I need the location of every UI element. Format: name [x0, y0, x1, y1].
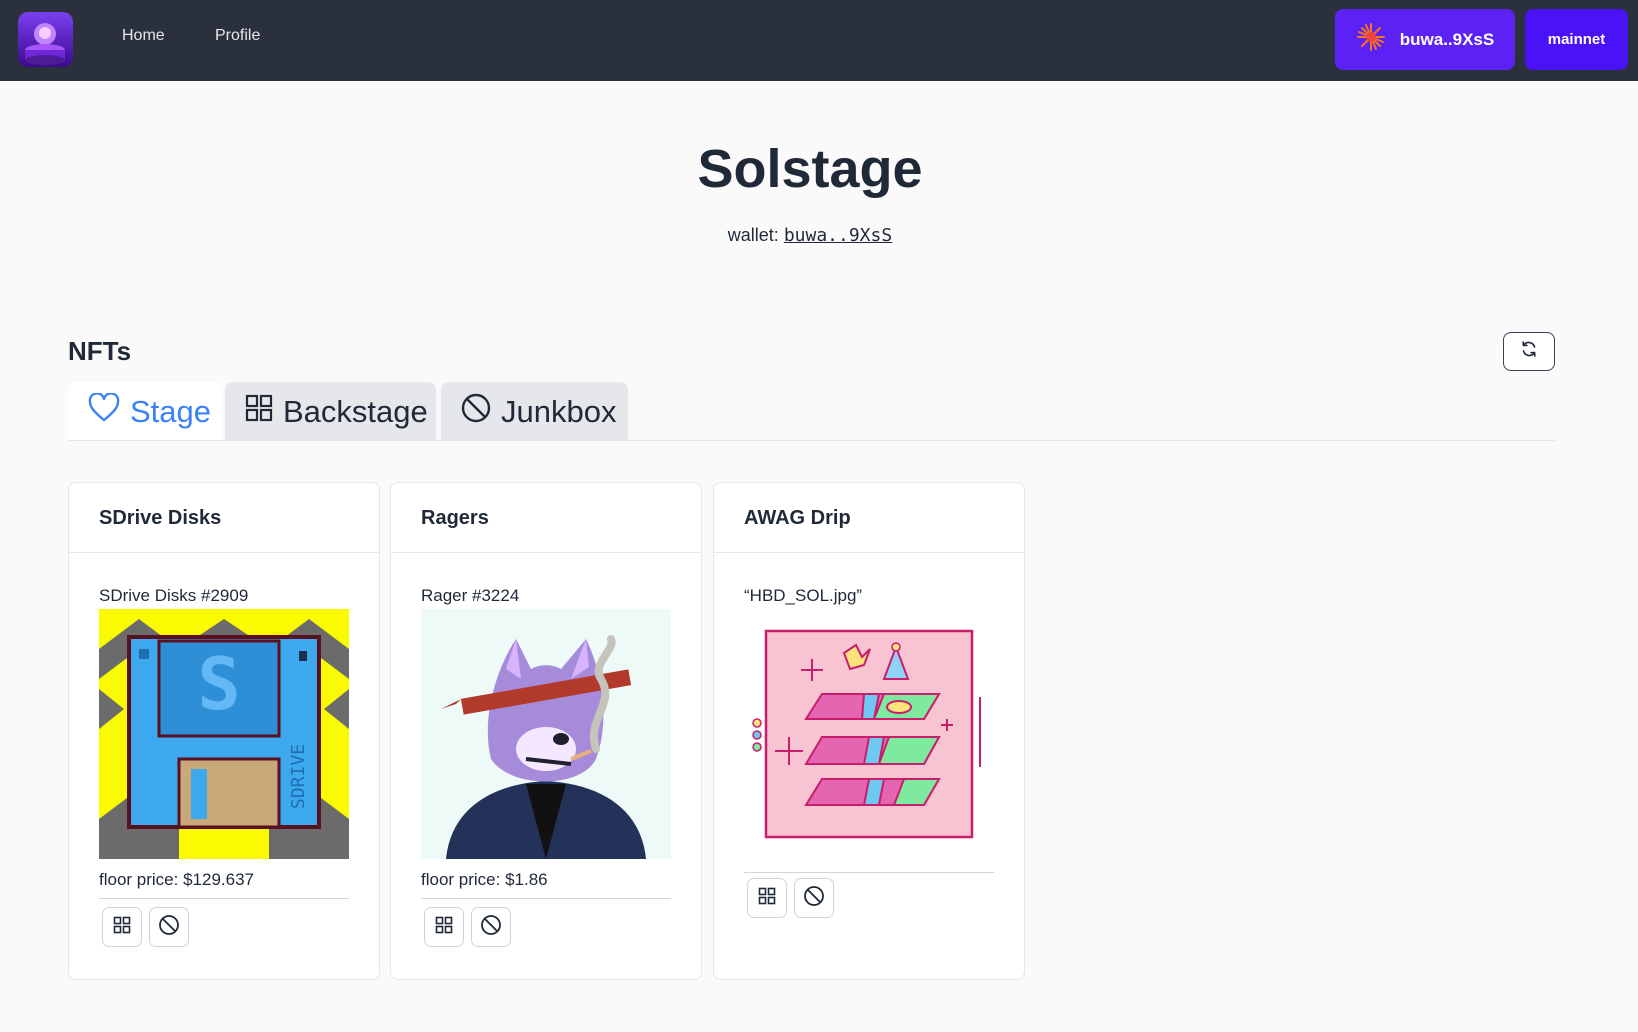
collection-title: AWAG Drip	[744, 507, 851, 529]
nft-name: “HBD_SOL.jpg”	[744, 586, 863, 605]
nft-image-floppy-disk[interactable]: S SDRIVE	[99, 609, 349, 859]
wallet-address-link[interactable]: buwa..9XsS	[784, 225, 892, 246]
ban-icon	[158, 914, 180, 941]
tab-stage[interactable]: Stage	[68, 382, 221, 441]
wallet-info: wallet: buwa..9XsS	[0, 225, 1620, 246]
ban-icon	[480, 914, 502, 941]
card-divider	[99, 898, 349, 899]
nft-card: AWAG Drip “HBD_SOL.jpg”	[713, 482, 1025, 980]
nft-image-wolf-character[interactable]	[421, 609, 671, 859]
nft-image-birthday-drip[interactable]	[744, 609, 994, 859]
wallet-button-label: buwa..9XsS	[1399, 29, 1495, 49]
page-title: Solstage	[697, 139, 923, 199]
floor-price: floor price: $1.86	[421, 870, 548, 889]
grid-icon	[113, 916, 131, 939]
card-header: AWAG Drip	[714, 483, 1024, 553]
card-divider	[421, 898, 671, 899]
svg-text:SDRIVE: SDRIVE	[288, 744, 309, 809]
nav-home-link[interactable]: Home	[122, 27, 165, 45]
move-to-junkbox-button[interactable]	[794, 878, 834, 918]
collection-title: Ragers	[421, 507, 489, 529]
grid-icon	[245, 394, 273, 430]
heart-icon	[88, 391, 120, 431]
nft-name: SDrive Disks #2909	[99, 586, 249, 605]
tab-junkbox[interactable]: Junkbox	[441, 382, 628, 441]
nfts-heading: NFTs	[68, 336, 132, 366]
ban-icon	[461, 393, 491, 431]
card-divider	[744, 872, 994, 873]
floor-price: floor price: $129.637	[99, 870, 254, 889]
tabs-divider	[68, 440, 1555, 441]
wallet-label: wallet:	[727, 225, 779, 245]
nft-name: Rager #3224	[421, 586, 520, 605]
nft-card: Ragers Rager #3224 floor price: $1.86	[390, 482, 702, 980]
move-to-junkbox-button[interactable]	[149, 907, 189, 947]
navbar: Home Profile buwa..9XsS mainnet	[0, 0, 1638, 81]
tab-backstage-label: Backstage	[283, 393, 428, 429]
tab-junkbox-label: Junkbox	[501, 393, 617, 429]
tab-backstage[interactable]: Backstage	[225, 382, 436, 441]
svg-text:S: S	[197, 642, 240, 726]
collection-title: SDrive Disks	[99, 507, 222, 529]
ban-icon	[803, 885, 825, 912]
move-to-backstage-button[interactable]	[102, 907, 142, 947]
wallet-button[interactable]: buwa..9XsS	[1335, 9, 1515, 70]
move-to-backstage-button[interactable]	[747, 878, 787, 918]
card-header: Ragers	[391, 483, 701, 553]
nav-profile-link[interactable]: Profile	[215, 27, 260, 45]
refresh-button[interactable]	[1503, 332, 1555, 371]
move-to-junkbox-button[interactable]	[471, 907, 511, 947]
wallet-starburst-icon	[1356, 22, 1386, 57]
solstage-logo[interactable]	[18, 12, 73, 67]
move-to-backstage-button[interactable]	[424, 907, 464, 947]
tab-stage-label: Stage	[130, 393, 212, 429]
nft-card: SDrive Disks SDrive Disks #2909 S SDRIVE…	[68, 482, 380, 980]
refresh-icon	[1519, 339, 1539, 364]
grid-icon	[435, 916, 453, 939]
card-header: SDrive Disks	[69, 483, 379, 553]
network-button[interactable]: mainnet	[1525, 9, 1628, 70]
grid-icon	[758, 887, 776, 910]
